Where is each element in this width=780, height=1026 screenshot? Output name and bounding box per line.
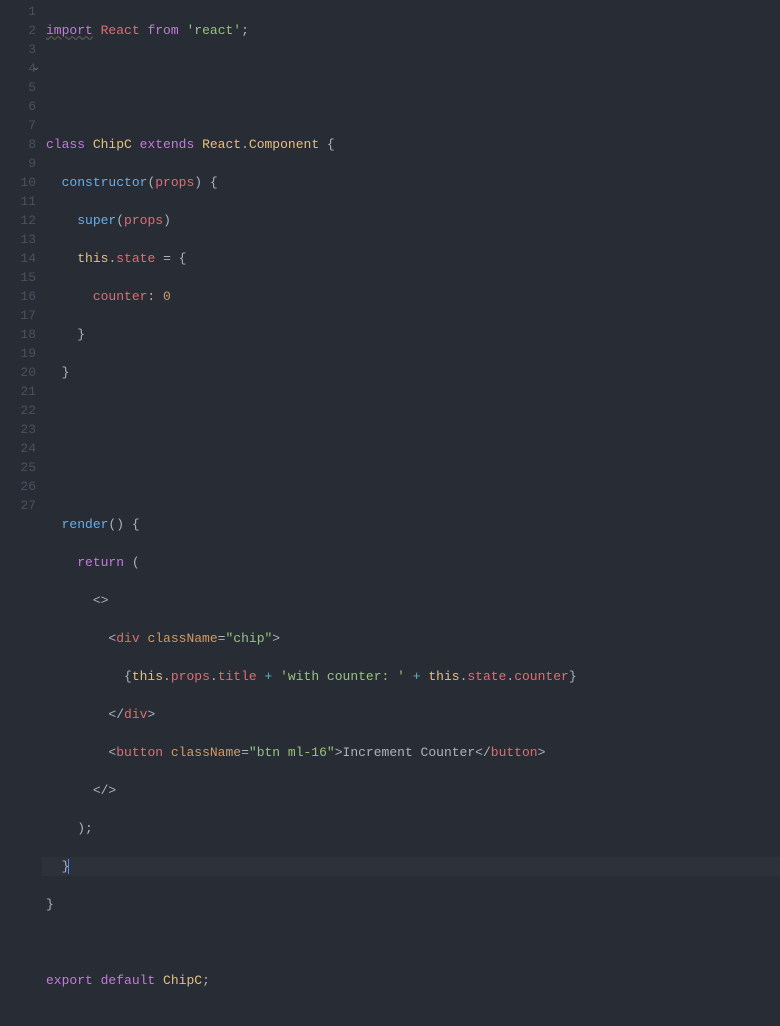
code-line: counter: 0 xyxy=(46,287,780,306)
code-line: <button className="btn ml-16">Increment … xyxy=(46,743,780,762)
code-line: </div> xyxy=(46,705,780,724)
line-number: 26 xyxy=(0,477,42,496)
line-number: 19 xyxy=(0,344,42,363)
fold-indicator-icon[interactable]: ⌄ xyxy=(32,59,40,78)
line-number: 18 xyxy=(0,325,42,344)
line-number: 2 xyxy=(0,21,42,40)
line-number: 11 xyxy=(0,192,42,211)
code-editor[interactable]: import React from 'react'; class ChipC e… xyxy=(42,0,780,513)
line-number: 8 xyxy=(0,135,42,154)
line-number: 5 xyxy=(0,78,42,97)
code-line: class ChipC extends React.Component { xyxy=(46,135,780,154)
line-number: 3 xyxy=(0,40,42,59)
line-number: 17 xyxy=(0,306,42,325)
line-number: 16 xyxy=(0,287,42,306)
code-line: constructor(props) { xyxy=(46,173,780,192)
code-line xyxy=(46,401,780,420)
line-number: 21 xyxy=(0,382,42,401)
code-line: <div className="chip"> xyxy=(46,629,780,648)
code-line: render() { xyxy=(46,515,780,534)
code-line: return ( xyxy=(46,553,780,572)
line-number: 27 xyxy=(0,496,42,515)
code-line: } xyxy=(46,363,780,382)
code-line: this.state = { xyxy=(46,249,780,268)
code-line: ); xyxy=(46,819,780,838)
line-number: 20 xyxy=(0,363,42,382)
line-number: 14 xyxy=(0,249,42,268)
code-line xyxy=(46,59,780,78)
line-number: 22 xyxy=(0,401,42,420)
code-line: import React from 'react'; xyxy=(46,21,780,40)
line-number-gutter: 1 2 3 4 ⌄ 5 6 7 8 9 10 11 12 13 14 15 16… xyxy=(0,0,42,513)
code-line-active: } xyxy=(42,857,780,876)
code-line: {this.props.title + 'with counter: ' + t… xyxy=(46,667,780,686)
code-line: } xyxy=(46,325,780,344)
text-cursor xyxy=(68,859,69,874)
code-line: </> xyxy=(46,781,780,800)
code-line: } xyxy=(46,895,780,914)
line-number: 7 xyxy=(0,116,42,135)
line-number: 24 xyxy=(0,439,42,458)
code-line xyxy=(46,933,780,952)
line-number: 1 xyxy=(0,2,42,21)
code-line: super(props) xyxy=(46,211,780,230)
code-line xyxy=(46,439,780,458)
line-number: 15 xyxy=(0,268,42,287)
code-line xyxy=(46,97,780,116)
line-number: 13 xyxy=(0,230,42,249)
code-line xyxy=(46,1009,780,1026)
line-number: 10 xyxy=(0,173,42,192)
line-number: 25 xyxy=(0,458,42,477)
code-line xyxy=(46,477,780,496)
line-number: 6 xyxy=(0,97,42,116)
line-number: 12 xyxy=(0,211,42,230)
code-line: export default ChipC; xyxy=(46,971,780,990)
line-number: 9 xyxy=(0,154,42,173)
line-number: 23 xyxy=(0,420,42,439)
code-line: <> xyxy=(46,591,780,610)
